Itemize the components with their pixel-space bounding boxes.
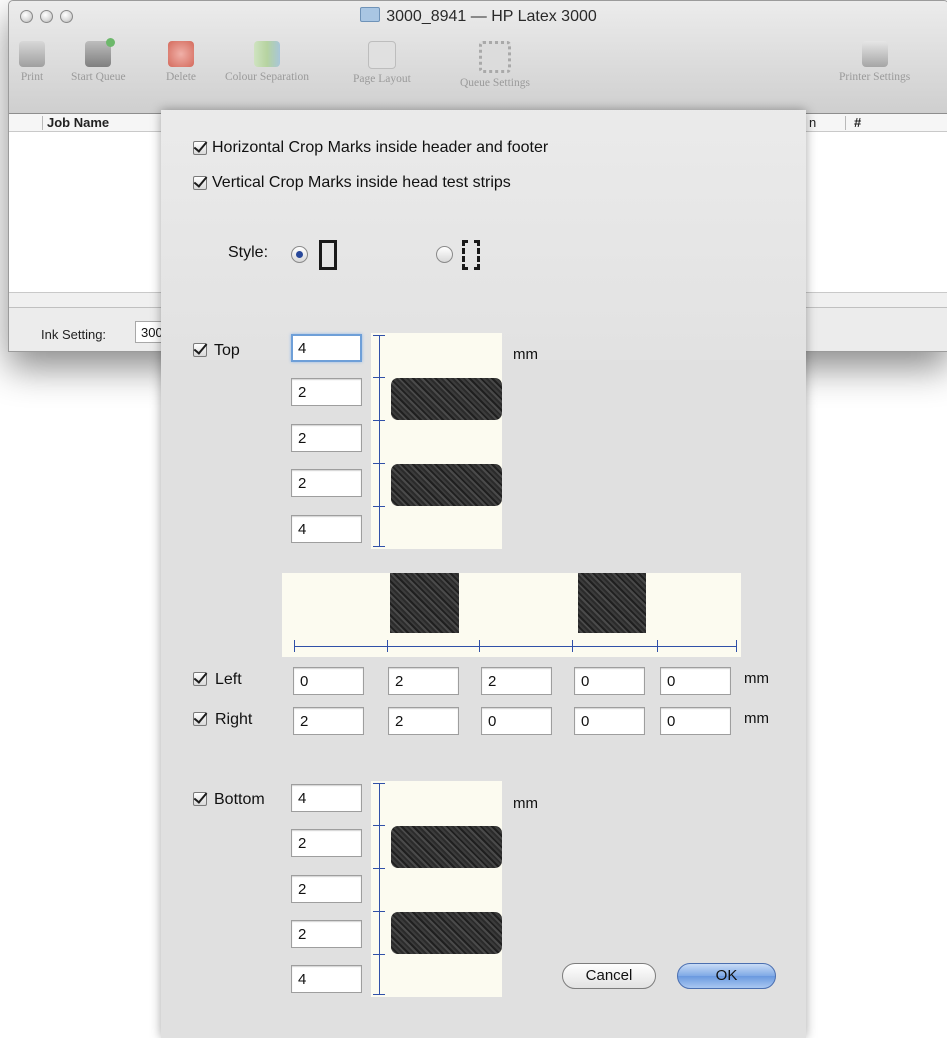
page-layout-toolbar-button[interactable]: Page Layout bbox=[353, 41, 411, 85]
left-checkbox[interactable] bbox=[193, 672, 207, 686]
style-label: Style: bbox=[228, 244, 269, 261]
dimension-line bbox=[294, 646, 736, 647]
dimension-tick bbox=[373, 825, 385, 826]
printer-settings-icon bbox=[861, 41, 888, 67]
right-margin-field-2[interactable]: 2 bbox=[388, 707, 459, 735]
bottom-margin-field-3[interactable]: 2 bbox=[291, 875, 362, 903]
dimension-tick bbox=[572, 640, 573, 652]
dimension-line bbox=[379, 335, 380, 547]
test-strip bbox=[391, 912, 502, 954]
dimension-tick bbox=[294, 640, 295, 652]
vertical-crop-checkbox[interactable] bbox=[193, 176, 207, 190]
start-queue-icon bbox=[85, 38, 116, 67]
queue-settings-toolbar-button[interactable]: Queue Settings bbox=[460, 41, 530, 89]
column-separator bbox=[42, 116, 43, 130]
right-label: Right bbox=[215, 711, 253, 728]
bottom-margin-field-1[interactable]: 4 bbox=[291, 784, 362, 812]
gear-icon bbox=[478, 41, 511, 73]
top-margin-field-2[interactable]: 2 bbox=[291, 378, 362, 406]
dimension-tick bbox=[373, 377, 385, 378]
dimension-tick bbox=[373, 911, 385, 912]
bottom-preview bbox=[371, 781, 502, 997]
bottom-margin-field-5[interactable]: 4 bbox=[291, 965, 362, 993]
dimension-tick bbox=[373, 335, 385, 336]
crop-marks-sheet: Horizontal Crop Marks inside header and … bbox=[161, 110, 806, 1038]
right-margin-field-3[interactable]: 0 bbox=[481, 707, 552, 735]
dimension-tick bbox=[373, 463, 385, 464]
style-dashed-radio[interactable] bbox=[436, 246, 453, 263]
dashed-crop-style-icon bbox=[462, 240, 480, 270]
dimension-tick bbox=[373, 783, 385, 784]
top-label: Top bbox=[214, 342, 240, 359]
dimension-tick bbox=[373, 506, 385, 507]
left-margin-field-3[interactable]: 2 bbox=[481, 667, 552, 695]
left-margin-field-2[interactable]: 2 bbox=[388, 667, 459, 695]
bottom-checkbox[interactable] bbox=[193, 792, 207, 806]
top-margin-field-4[interactable]: 2 bbox=[291, 469, 362, 497]
dimension-tick bbox=[373, 546, 385, 547]
bottom-unit: mm bbox=[513, 795, 538, 812]
left-margin-field-4[interactable]: 0 bbox=[574, 667, 645, 695]
left-margin-field-5[interactable]: 0 bbox=[660, 667, 731, 695]
test-square bbox=[390, 573, 459, 633]
printer-icon bbox=[19, 41, 45, 67]
delete-toolbar-button[interactable]: Delete bbox=[166, 41, 196, 83]
bottom-margin-field-4[interactable]: 2 bbox=[291, 920, 362, 948]
dimension-line bbox=[379, 783, 380, 995]
top-margin-field-5[interactable]: 4 bbox=[291, 515, 362, 543]
print-toolbar-button[interactable]: Print bbox=[19, 41, 45, 83]
left-margin-field-1[interactable]: 0 bbox=[293, 667, 364, 695]
ok-button[interactable]: OK bbox=[677, 963, 776, 989]
dimension-tick bbox=[387, 640, 388, 652]
left-label: Left bbox=[215, 671, 242, 688]
test-square bbox=[578, 573, 646, 633]
printer-settings-toolbar-button[interactable]: Printer Settings bbox=[839, 41, 910, 83]
dimension-tick bbox=[373, 954, 385, 955]
dimension-tick bbox=[373, 994, 385, 995]
solid-crop-style-icon bbox=[319, 240, 337, 270]
job-name-column-header[interactable]: Job Name bbox=[47, 115, 109, 130]
right-margin-field-1[interactable]: 2 bbox=[293, 707, 364, 735]
window-title: 3000_8941 — HP Latex 3000 bbox=[9, 6, 947, 28]
dimension-tick bbox=[373, 420, 385, 421]
dimension-tick bbox=[657, 640, 658, 652]
colour-separation-icon bbox=[254, 41, 280, 67]
style-solid-radio[interactable] bbox=[291, 246, 308, 263]
index-column-header[interactable]: # bbox=[854, 115, 861, 130]
page-layout-icon bbox=[367, 41, 396, 69]
right-margin-field-4[interactable]: 0 bbox=[574, 707, 645, 735]
horizontal-crop-checkbox[interactable] bbox=[193, 141, 207, 155]
column-header[interactable]: n bbox=[809, 115, 816, 130]
test-strip bbox=[391, 464, 502, 506]
dimension-tick bbox=[736, 640, 737, 652]
dimension-tick bbox=[479, 640, 480, 652]
bottom-margin-field-2[interactable]: 2 bbox=[291, 829, 362, 857]
cancel-button[interactable]: Cancel bbox=[562, 963, 656, 989]
test-strip bbox=[391, 826, 502, 868]
top-checkbox[interactable] bbox=[193, 343, 207, 357]
left-unit: mm bbox=[744, 670, 769, 687]
top-preview bbox=[371, 333, 502, 549]
top-unit: mm bbox=[513, 346, 538, 363]
bottom-label: Bottom bbox=[214, 791, 265, 808]
column-separator bbox=[845, 116, 846, 130]
side-preview bbox=[282, 573, 741, 657]
title-bar: 3000_8941 — HP Latex 3000 Print Start Qu… bbox=[9, 1, 947, 114]
right-checkbox[interactable] bbox=[193, 712, 207, 726]
top-margin-field-3[interactable]: 2 bbox=[291, 424, 362, 452]
vertical-crop-label: Vertical Crop Marks inside head test str… bbox=[212, 174, 511, 191]
right-margin-field-5[interactable]: 0 bbox=[660, 707, 731, 735]
ink-setting-label: Ink Setting: bbox=[41, 327, 107, 342]
folder-icon bbox=[360, 7, 381, 22]
top-margin-field-1[interactable]: 4 bbox=[291, 334, 362, 362]
dimension-tick bbox=[373, 868, 385, 869]
colour-separation-toolbar-button[interactable]: Colour Separation bbox=[225, 41, 309, 83]
right-unit: mm bbox=[744, 710, 769, 727]
test-strip bbox=[391, 378, 502, 420]
start-queue-toolbar-button[interactable]: Start Queue bbox=[71, 38, 126, 83]
delete-icon bbox=[168, 41, 194, 67]
horizontal-crop-label: Horizontal Crop Marks inside header and … bbox=[212, 139, 549, 156]
